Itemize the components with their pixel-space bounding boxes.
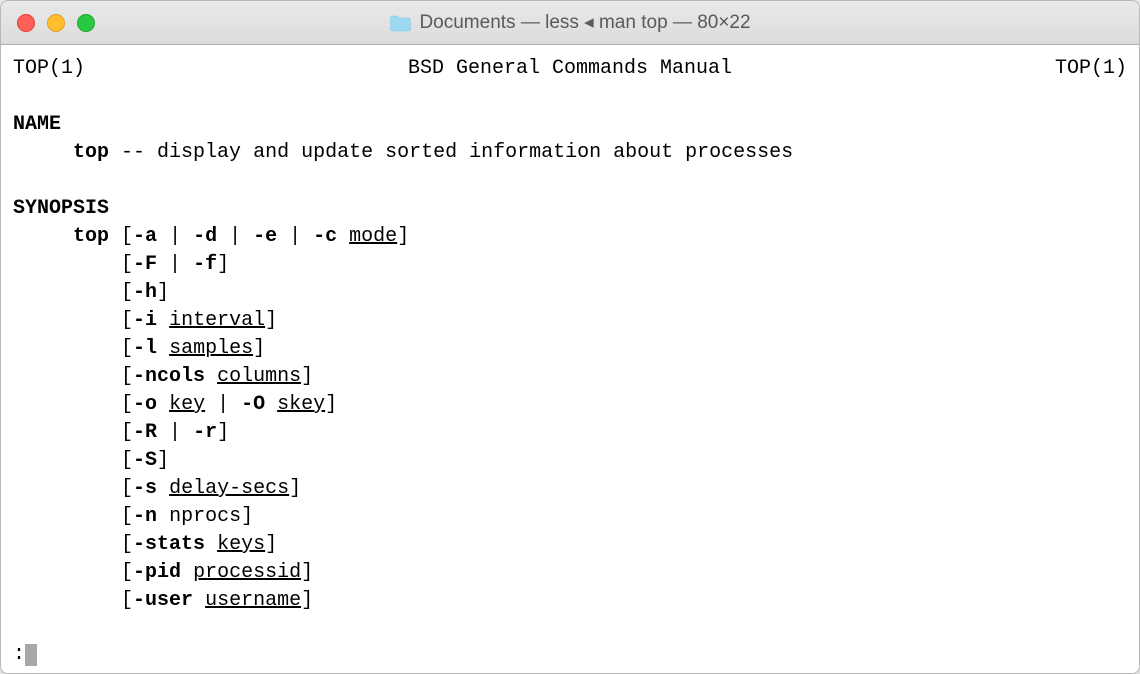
option-flag: -O	[241, 393, 265, 416]
name-dash: --	[109, 141, 157, 164]
option-flag: -F	[133, 253, 157, 276]
synopsis-block: top [-a | -d | -e | -c mode] [-F | -f] […	[13, 223, 1127, 615]
synopsis-line: [-o key | -O skey]	[13, 391, 1127, 419]
option-flag: -pid	[133, 561, 181, 584]
option-flag: -h	[133, 281, 157, 304]
option-flag: -S	[133, 449, 157, 472]
option-flag: -e	[253, 225, 277, 248]
option-flag: -R	[133, 421, 157, 444]
option-arg: columns	[217, 365, 301, 388]
option-flag: -f	[193, 253, 217, 276]
option-arg: key	[169, 393, 205, 416]
synopsis-line: top [-a | -d | -e | -c mode]	[13, 223, 1127, 251]
synopsis-line: [-pid processid]	[13, 559, 1127, 587]
cursor	[25, 644, 37, 666]
option-flag: -i	[133, 309, 157, 332]
synopsis-line: [-i interval]	[13, 307, 1127, 335]
option-arg: skey	[277, 393, 325, 416]
folder-icon	[389, 14, 411, 32]
option-flag: -r	[193, 421, 217, 444]
option-arg: keys	[217, 533, 265, 556]
synopsis-cmd: top	[73, 225, 109, 248]
synopsis-line: [-n nprocs]	[13, 503, 1127, 531]
synopsis-line: [-s delay-secs]	[13, 475, 1127, 503]
header-center: BSD General Commands Manual	[408, 55, 732, 83]
option-arg: mode	[349, 225, 397, 248]
synopsis-line: [-stats keys]	[13, 531, 1127, 559]
minimize-button[interactable]	[47, 14, 65, 32]
synopsis-line: [-F | -f]	[13, 251, 1127, 279]
option-flag: -user	[133, 589, 193, 612]
window-title-container: Documents — less ◂ man top — 80×22	[389, 11, 750, 34]
window-title: Documents — less ◂ man top — 80×22	[419, 11, 750, 34]
option-flag: -o	[133, 393, 157, 416]
synopsis-line: [-user username]	[13, 587, 1127, 615]
synopsis-line: [-R | -r]	[13, 419, 1127, 447]
titlebar[interactable]: Documents — less ◂ man top — 80×22	[1, 1, 1139, 45]
manpage-header: TOP(1) BSD General Commands Manual TOP(1…	[13, 55, 1127, 83]
option-flag: -stats	[133, 533, 205, 556]
option-arg: interval	[169, 309, 265, 332]
option-flag: -s	[133, 477, 157, 500]
less-prompt[interactable]: :	[13, 641, 37, 669]
synopsis-line: [-S]	[13, 447, 1127, 475]
option-arg: username	[205, 589, 301, 612]
option-flag: -n	[133, 505, 157, 528]
terminal-window: Documents — less ◂ man top — 80×22 TOP(1…	[0, 0, 1140, 674]
synopsis-line: [-l samples]	[13, 335, 1127, 363]
option-arg: delay-secs	[169, 477, 289, 500]
header-right: TOP(1)	[1055, 55, 1127, 83]
option-arg: samples	[169, 337, 253, 360]
option-flag: -d	[193, 225, 217, 248]
synopsis-line: [-ncols columns]	[13, 363, 1127, 391]
header-left: TOP(1)	[13, 55, 85, 83]
name-desc: display and update sorted information ab…	[157, 141, 793, 164]
traffic-lights	[17, 14, 95, 32]
close-button[interactable]	[17, 14, 35, 32]
prompt-char: :	[13, 643, 25, 666]
option-flag: -a	[133, 225, 157, 248]
name-cmd: top	[73, 141, 109, 164]
option-flag: -c	[313, 225, 337, 248]
name-line: top -- display and update sorted informa…	[13, 139, 1127, 167]
option-arg: processid	[193, 561, 301, 584]
terminal-viewport[interactable]: TOP(1) BSD General Commands Manual TOP(1…	[1, 45, 1139, 673]
section-synopsis-label: SYNOPSIS	[13, 195, 1127, 223]
option-flag: -l	[133, 337, 157, 360]
synopsis-line: [-h]	[13, 279, 1127, 307]
section-name-label: NAME	[13, 111, 1127, 139]
maximize-button[interactable]	[77, 14, 95, 32]
option-flag: -ncols	[133, 365, 205, 388]
